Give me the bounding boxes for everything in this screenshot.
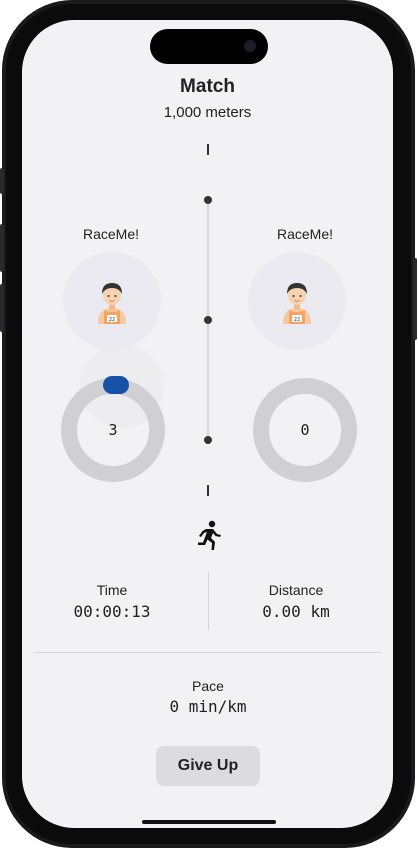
runner-avatar-icon: 22 <box>98 283 126 324</box>
power-button <box>413 258 417 340</box>
volume-up-button <box>0 224 4 272</box>
pace-label: Pace <box>192 678 224 694</box>
track-marker <box>204 196 212 204</box>
racer-name-left: RaceMe! <box>82 226 140 242</box>
runner-avatar-icon: 22 <box>283 283 311 324</box>
avatar-left: 22 <box>63 252 161 350</box>
svg-text:22: 22 <box>294 317 300 323</box>
svg-text:22: 22 <box>109 317 115 323</box>
progress-ring-right: 0 <box>252 377 358 483</box>
page-title: Match <box>180 76 235 97</box>
progress-value-right: 0 <box>300 421 310 439</box>
pace-value: 0 min/km <box>169 697 247 716</box>
avatar-right: 22 <box>248 252 346 350</box>
action-button <box>0 168 4 194</box>
racer-name-right: RaceMe! <box>276 226 334 242</box>
track-marker <box>204 316 212 324</box>
give-up-button[interactable]: Give Up <box>156 746 260 786</box>
volume-down-button <box>0 284 4 332</box>
progress-indicator-left <box>103 376 129 394</box>
dynamic-island <box>150 29 268 64</box>
distance-value: 0.00 km <box>262 602 330 621</box>
track-end-tick <box>207 485 209 496</box>
time-value: 00:00:13 <box>73 602 151 621</box>
track-marker <box>204 436 212 444</box>
distance-label: Distance <box>268 582 324 598</box>
stats-divider-vertical <box>208 572 209 630</box>
home-indicator[interactable] <box>142 820 276 824</box>
running-person-icon <box>198 520 221 550</box>
stats-divider-horizontal <box>34 652 381 653</box>
time-label: Time <box>96 582 128 598</box>
front-camera <box>244 40 256 52</box>
app-screen: Match 1,000 meters RaceMe! 22 3 RaceMe! <box>22 20 393 828</box>
track-start-tick <box>207 144 209 155</box>
race-distance: 1,000 meters <box>163 104 252 121</box>
